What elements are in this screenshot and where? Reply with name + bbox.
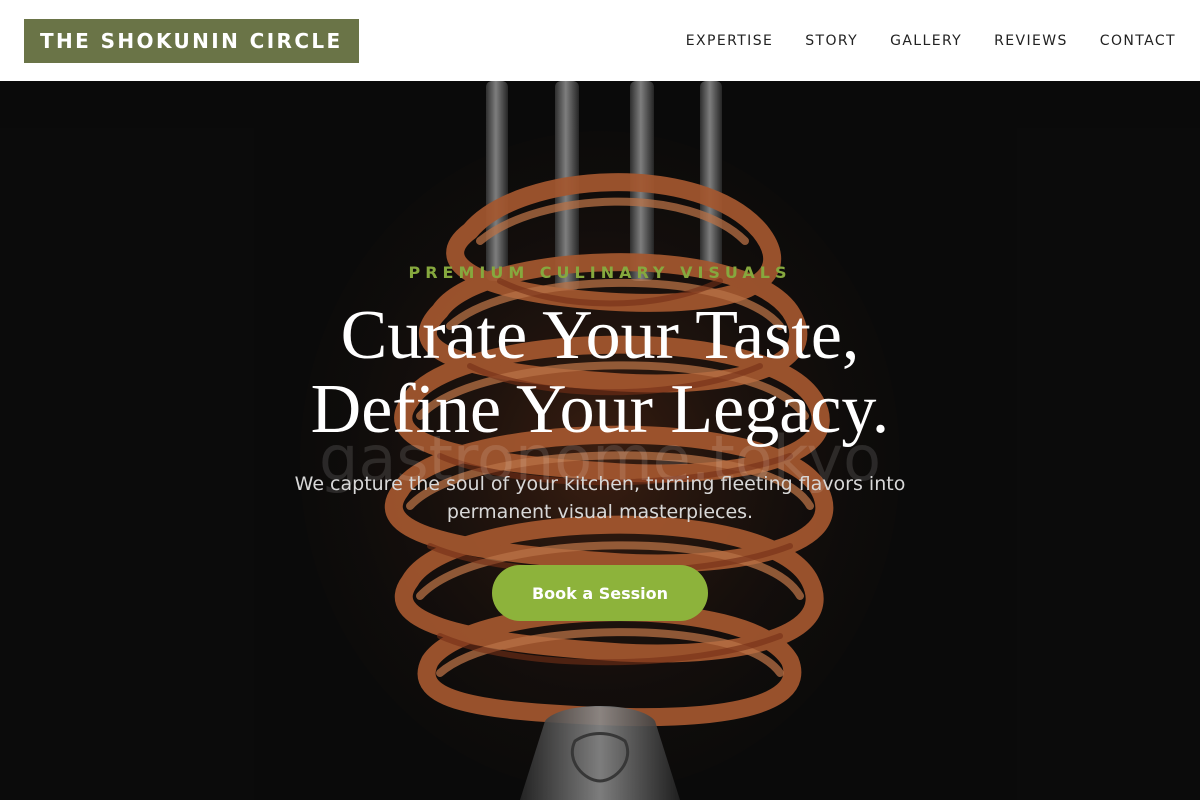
book-session-button[interactable]: Book a Session	[492, 565, 708, 621]
site-header: THE SHOKUNIN CIRCLE EXPERTISE STORY GALL…	[0, 0, 1200, 81]
headline-line-2: Define Your Legacy.	[310, 371, 890, 448]
main-nav: EXPERTISE STORY GALLERY REVIEWS CONTACT	[686, 33, 1176, 49]
nav-item-gallery[interactable]: GALLERY	[890, 33, 962, 49]
nav-item-reviews[interactable]: REVIEWS	[994, 33, 1068, 49]
hero-subtitle: We capture the soul of your kitchen, tur…	[0, 470, 1200, 526]
subtitle-line-2: permanent visual masterpieces.	[446, 501, 754, 523]
nav-item-contact[interactable]: CONTACT	[1100, 33, 1176, 49]
hero-headline: Curate Your Taste, Define Your Legacy.	[0, 299, 1200, 447]
headline-line-1: Curate Your Taste,	[340, 297, 860, 374]
nav-item-story[interactable]: STORY	[805, 33, 858, 49]
hero-section: gastronome.tokyo PREMIUM CULINARY VISUAL…	[0, 81, 1200, 800]
subtitle-line-1: We capture the soul of your kitchen, tur…	[294, 473, 906, 495]
nav-item-expertise[interactable]: EXPERTISE	[686, 33, 773, 49]
hero-eyebrow: PREMIUM CULINARY VISUALS	[408, 263, 792, 282]
brand-logo[interactable]: THE SHOKUNIN CIRCLE	[24, 18, 359, 63]
